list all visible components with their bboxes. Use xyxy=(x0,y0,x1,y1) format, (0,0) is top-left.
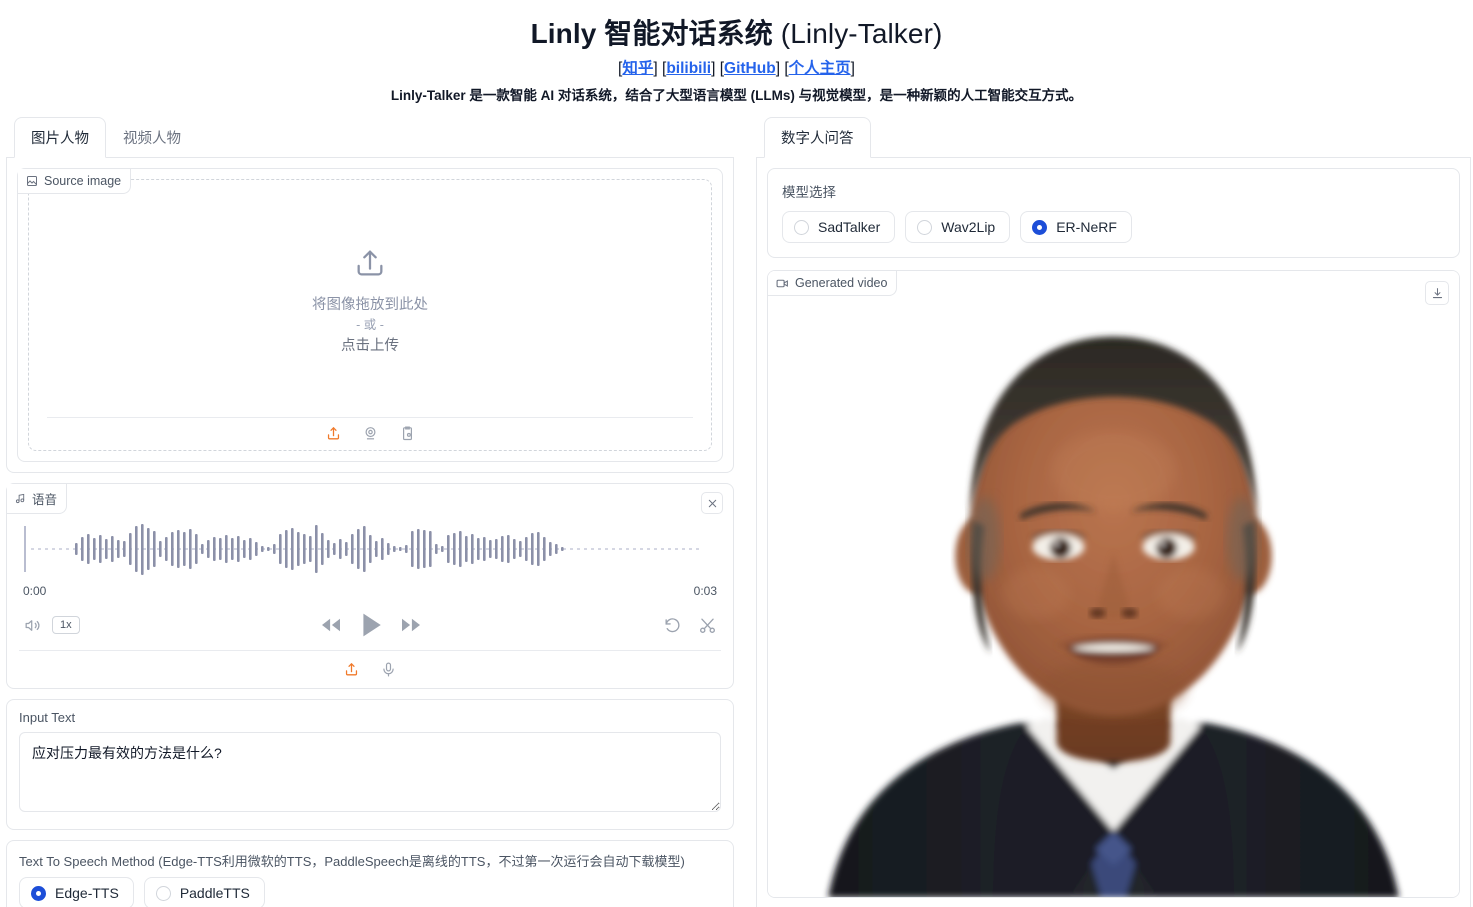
generated-video-block: Generated video xyxy=(767,270,1460,898)
model-select-radio-group: SadTalker Wav2Lip ER-NeRF xyxy=(782,211,1445,243)
audio-label: 语音 xyxy=(7,484,68,514)
left-tab-panel: Source image 将图像拖放到此处 - 或 - 点击上传 xyxy=(6,158,734,473)
model-select-group: 模型选择 SadTalker Wav2Lip ER-NeRF xyxy=(767,168,1460,258)
right-tab-panel: 模型选择 SadTalker Wav2Lip ER-NeRF Generated… xyxy=(756,158,1471,907)
audio-controls: 1x xyxy=(19,598,721,650)
link-bilibili[interactable]: bilibili xyxy=(666,60,711,77)
waveform-svg xyxy=(24,524,701,575)
radio-ernerf[interactable]: ER-NeRF xyxy=(1020,211,1132,243)
page-header: Linly 智能对话系统 (Linly-Talker) [知乎] [bilibi… xyxy=(0,0,1473,104)
radio-ernerf-label: ER-NeRF xyxy=(1056,219,1117,235)
portrait-image xyxy=(768,271,1459,897)
image-source-toolbar xyxy=(47,417,693,442)
main-columns: 图片人物 视频人物 Source image 将图像拖放到此处 - 或 - 点击… xyxy=(0,116,1473,907)
audio-waveform[interactable] xyxy=(19,518,721,580)
image-icon xyxy=(26,175,38,187)
generated-video-label-text: Generated video xyxy=(795,276,888,290)
page-title: Linly 智能对话系统 (Linly-Talker) xyxy=(0,12,1473,52)
radio-dot-icon xyxy=(794,219,809,235)
source-image-label: Source image xyxy=(18,169,132,194)
left-tabbar: 图片人物 视频人物 xyxy=(6,116,734,158)
page-subtitle: Linly-Talker 是一款智能 AI 对话系统，结合了大型语言模型 (LL… xyxy=(390,88,1083,103)
tts-method-label: Text To Speech Method (Edge-TTS利用微软的TTS，… xyxy=(19,854,685,869)
page-title-main: Linly 智能对话系统 xyxy=(530,18,773,49)
audio-controls-left: 1x xyxy=(23,616,80,635)
radio-paddle-tts-label: PaddleTTS xyxy=(179,885,250,901)
audio-controls-right xyxy=(663,616,717,635)
trim-icon[interactable] xyxy=(698,616,717,635)
music-note-icon xyxy=(15,493,26,504)
clipboard-icon-button[interactable] xyxy=(399,425,416,442)
left-column: 图片人物 视频人物 Source image 将图像拖放到此处 - 或 - 点击… xyxy=(6,116,734,907)
link-homepage[interactable]: 个人主页 xyxy=(789,60,851,77)
radio-wav2lip[interactable]: Wav2Lip xyxy=(905,211,1011,243)
source-image-body: 将图像拖放到此处 - 或 - 点击上传 xyxy=(18,169,722,461)
rewind-icon[interactable] xyxy=(320,616,342,634)
dropzone-or-text: - 或 - xyxy=(356,318,384,333)
radio-dot-icon xyxy=(31,885,46,901)
tab-image-character[interactable]: 图片人物 xyxy=(14,117,106,158)
undo-icon[interactable] xyxy=(663,616,682,635)
bracket-close-4: ] xyxy=(850,60,855,77)
radio-dot-icon xyxy=(1032,219,1048,235)
volume-icon[interactable] xyxy=(23,616,42,635)
radio-paddle-tts[interactable]: PaddleTTS xyxy=(143,877,265,907)
audio-source-toolbar xyxy=(19,650,721,678)
dropzone-click-text[interactable]: 点击上传 xyxy=(341,335,399,357)
radio-sadtalker[interactable]: SadTalker xyxy=(782,211,896,243)
source-image-block: Source image 将图像拖放到此处 - 或 - 点击上传 xyxy=(17,168,723,462)
webcam-icon-button[interactable] xyxy=(362,425,379,442)
audio-time-end: 0:03 xyxy=(693,584,717,598)
page-title-paren: (Linly-Talker) xyxy=(780,18,943,49)
tts-method-field: Text To Speech Method (Edge-TTS利用微软的TTS，… xyxy=(7,841,733,907)
image-dropzone[interactable]: 将图像拖放到此处 - 或 - 点击上传 xyxy=(28,179,712,451)
right-column: 数字人问答 模型选择 SadTalker Wav2Lip ER-NeRF Gen… xyxy=(756,116,1471,907)
radio-dot-icon xyxy=(155,885,171,901)
microphone-icon-button[interactable] xyxy=(380,661,397,678)
audio-times: 0:00 0:03 xyxy=(19,580,721,598)
source-image-label-text: Source image xyxy=(44,174,122,188)
dropzone-drop-text: 将图像拖放到此处 xyxy=(312,296,428,313)
right-tabbar: 数字人问答 xyxy=(756,116,1471,158)
tts-method-radio-group: Edge-TTS PaddleTTS xyxy=(19,877,721,907)
forward-icon[interactable] xyxy=(400,616,422,634)
play-icon[interactable] xyxy=(360,612,382,638)
radio-wav2lip-label: Wav2Lip xyxy=(941,219,996,235)
tab-digital-human-qa[interactable]: 数字人问答 xyxy=(764,117,871,158)
bracket-close-3: ] xyxy=(775,60,780,77)
tts-method-block: Text To Speech Method (Edge-TTS利用微软的TTS，… xyxy=(6,840,734,907)
audio-block: 语音 0:00 0:03 1x xyxy=(6,483,734,689)
radio-sadtalker-label: SadTalker xyxy=(818,219,881,235)
tab-video-character[interactable]: 视频人物 xyxy=(106,117,198,158)
left-tabs-wrapper: 图片人物 视频人物 Source image 将图像拖放到此处 - 或 - 点击… xyxy=(6,116,734,473)
input-text-textarea[interactable] xyxy=(19,732,721,812)
radio-dot-icon xyxy=(917,219,933,235)
upload-icon-button-audio[interactable] xyxy=(343,661,360,678)
video-camera-icon xyxy=(776,278,789,289)
audio-label-text: 语音 xyxy=(32,493,58,507)
upload-icon-button[interactable] xyxy=(325,425,342,442)
playback-speed-button[interactable]: 1x xyxy=(52,616,80,634)
audio-body: 0:00 0:03 1x xyxy=(7,484,733,688)
download-icon[interactable] xyxy=(1425,281,1449,305)
header-links: [知乎] [bilibili] [GitHub] [个人主页] xyxy=(0,56,1473,78)
bracket-close-2: ] xyxy=(711,60,716,77)
generated-video-player[interactable] xyxy=(768,271,1459,897)
audio-controls-center xyxy=(320,612,422,638)
bracket-close-1: ] xyxy=(653,60,658,77)
audio-time-start: 0:00 xyxy=(23,584,47,598)
dropzone-prompt: 将图像拖放到此处 - 或 - 点击上传 xyxy=(312,246,428,358)
link-zhihu[interactable]: 知乎 xyxy=(622,60,653,77)
right-tabs-wrapper: 数字人问答 模型选择 SadTalker Wav2Lip ER-NeRF Gen… xyxy=(756,116,1471,907)
input-text-field: Input Text xyxy=(7,700,733,829)
generated-video-label: Generated video xyxy=(768,271,898,296)
radio-edge-tts-label: Edge-TTS xyxy=(55,885,119,901)
radio-edge-tts[interactable]: Edge-TTS xyxy=(19,877,134,907)
upload-icon xyxy=(353,246,387,287)
input-text-label: Input Text xyxy=(19,710,76,725)
model-select-label: 模型选择 xyxy=(782,185,836,200)
audio-clear-button[interactable] xyxy=(701,492,723,514)
input-text-block: Input Text xyxy=(6,699,734,830)
link-github[interactable]: GitHub xyxy=(724,60,776,77)
